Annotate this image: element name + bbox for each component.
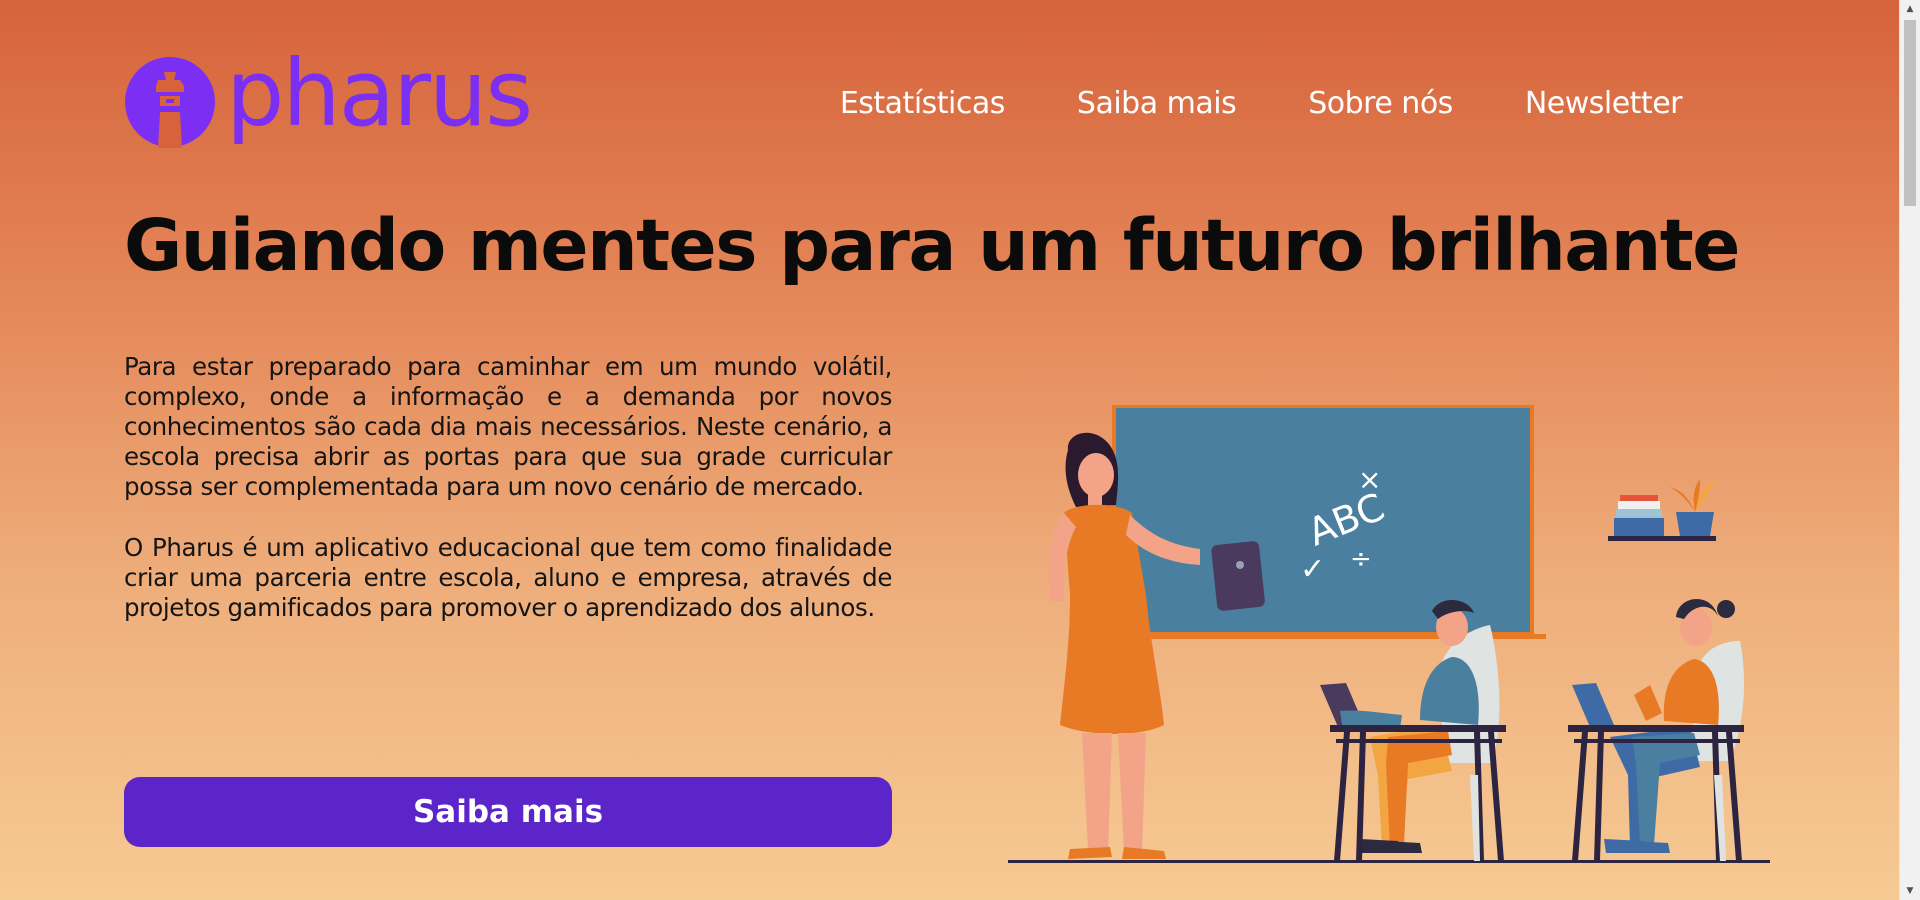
nav-item-estatisticas[interactable]: Estatísticas	[840, 86, 1006, 121]
nav-item-saiba-mais[interactable]: Saiba mais	[1077, 86, 1237, 121]
chalk-times: ×	[1358, 463, 1381, 496]
intro-paragraph: O Pharus é um aplicativo educacional que…	[124, 533, 892, 622]
brand-name: pharus	[226, 40, 533, 147]
vertical-scrollbar[interactable]: ▲ ▼	[1899, 0, 1920, 900]
lighthouse-icon	[125, 57, 215, 148]
intro-paragraph: Para estar preparado para caminhar em um…	[124, 352, 892, 501]
landing-page: pharus Estatísticas Saiba mais Sobre nós…	[0, 0, 1900, 900]
scroll-down-icon[interactable]: ▼	[1900, 882, 1920, 900]
main-nav: Estatísticas Saiba mais Sobre nós Newsle…	[840, 86, 1683, 121]
shelf	[1608, 479, 1716, 541]
intro-text: Para estar preparado para caminhar em um…	[124, 352, 892, 654]
hero-title: Guiando mentes para um futuro brilhante	[124, 204, 1740, 287]
nav-item-newsletter[interactable]: Newsletter	[1525, 86, 1683, 121]
floor-line	[1008, 860, 1770, 863]
classroom-illustration: ABC × ÷ ✓	[1008, 405, 1770, 863]
nav-item-sobre-nos[interactable]: Sobre nós	[1308, 86, 1453, 121]
scrollbar-thumb[interactable]	[1904, 20, 1916, 206]
logo[interactable]: pharus	[124, 48, 533, 148]
chalk-check: ✓	[1300, 552, 1325, 587]
chalkboard: ABC × ÷ ✓	[1110, 405, 1546, 639]
saiba-mais-button[interactable]: Saiba mais	[124, 777, 892, 847]
scroll-up-icon[interactable]: ▲	[1900, 0, 1920, 18]
chalk-divide: ÷	[1350, 544, 1372, 574]
